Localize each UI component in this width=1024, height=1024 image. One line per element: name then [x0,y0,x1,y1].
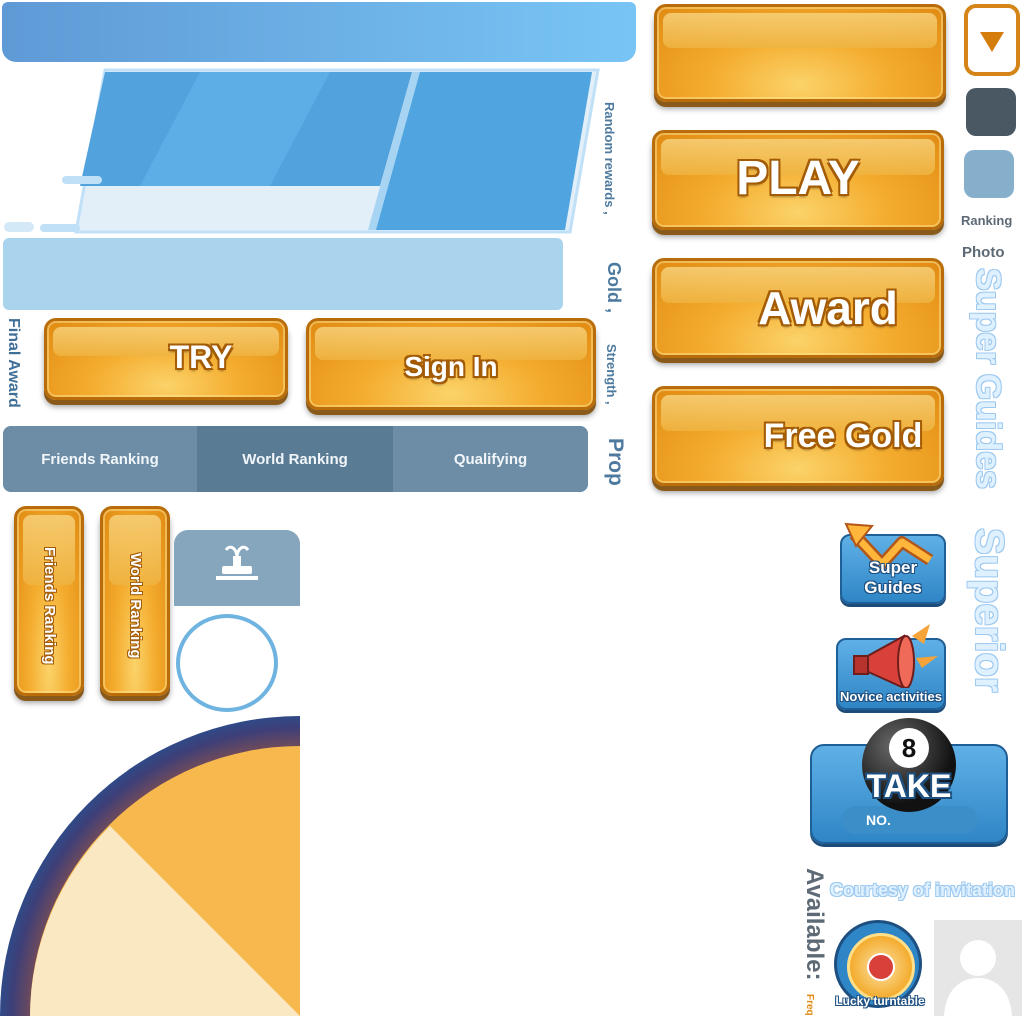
tab-friends-ranking[interactable]: Friends Ranking [3,426,197,492]
available-label: Available: [801,868,828,981]
award-button[interactable]: Award [652,258,944,358]
novice-activities-tile[interactable]: Novice activities [836,624,946,710]
super-guides-tile[interactable]: Super Guides [840,522,946,604]
try-button[interactable]: TRY [44,318,288,400]
award-button-label: Award [758,282,898,334]
free-gold-button[interactable]: Free Gold [652,386,944,486]
avatar-placeholder-icon [934,920,1022,1016]
play-button[interactable]: PLAY [652,130,944,230]
top-empty-button[interactable] [654,4,946,102]
dark-square [966,88,1016,136]
random-rewards-label: Random rewards , [602,102,617,215]
novice-activities-caption: Novice activities [840,689,942,704]
title-panel [4,68,600,234]
turntable-quadrant [0,716,300,1016]
courtesy-title: Courtesy of invitation [830,880,1016,900]
megaphone-icon [853,624,938,688]
superior-title: Superior [967,528,1011,693]
ball-number: 8 [901,732,917,763]
world-ranking-vertical-button[interactable]: World Ranking [100,506,170,696]
triangle-down-icon [980,32,1004,52]
sign-in-button[interactable]: Sign In [306,318,596,410]
lucky-turntable-button[interactable]: Lucky turntable [834,920,926,1012]
tab-qualifying[interactable]: Qualifying [393,426,588,492]
world-ranking-vertical-label: World Ranking [127,553,144,659]
ring-outline [176,614,278,712]
prop-label: Prop [604,438,627,486]
no-label: NO. [866,812,891,828]
top-banner [2,2,636,62]
photo-label: Photo [962,244,1005,261]
strength-label: Strength , [604,344,619,405]
freq-label: Freq [804,994,815,1016]
friends-ranking-vertical-button[interactable]: Friends Ranking [14,506,84,696]
fountain-tab[interactable] [174,530,300,606]
wheel-hub [867,953,895,981]
ranking-tabs: Friends Ranking World Ranking Qualifying [3,426,588,492]
friends-ranking-vertical-label: Friends Ranking [41,547,58,665]
avatar-silhouette [944,940,1012,1016]
try-button-label: TRY [169,339,233,375]
lucky-turntable-caption: Lucky turntable [835,994,925,1008]
play-button-label: PLAY [736,152,860,205]
light-square [964,150,1014,198]
free-gold-button-label: Free Gold [763,417,923,455]
dropdown-toggle[interactable] [964,4,1020,76]
super-guides-title: Super Guides [969,268,1007,490]
gold-label: Gold , [604,262,624,313]
tab-world-ranking[interactable]: World Ranking [197,426,393,492]
sign-in-button-label: Sign In [404,351,498,382]
super-guides-caption: Super Guides [864,558,922,597]
fountain-icon [216,545,258,580]
ball-number-circle: 8 [889,728,929,768]
ranking-label: Ranking [961,213,1013,228]
take-label: TAKE [866,768,952,804]
final-award-label: Final Award [5,318,22,408]
light-blue-bar [3,238,563,310]
